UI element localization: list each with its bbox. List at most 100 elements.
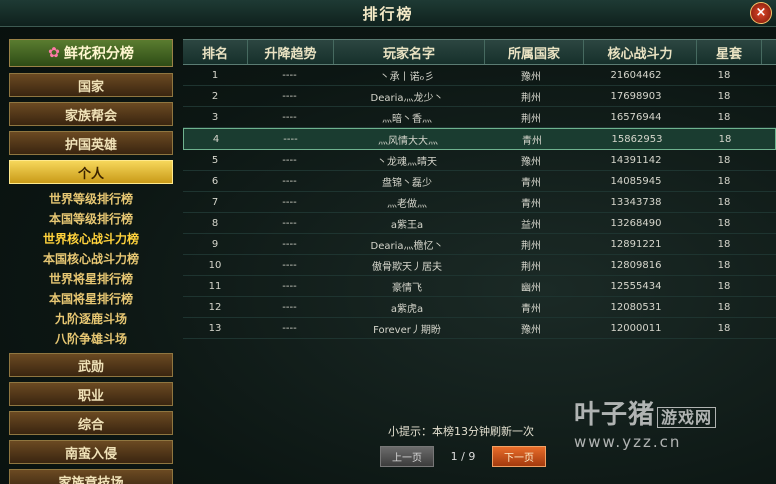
watermark-box-text: 游戏网 [657,406,717,428]
table-row[interactable]: 5 ---- 丶龙魂灬晴天 豫州 14391142 18 [183,150,776,171]
nav-overall-button[interactable]: 综合 [9,411,173,435]
cell-country: 荆州 [521,92,541,104]
table-row[interactable]: 2 ---- Dearia灬龙少丶 荆州 17698903 18 [183,86,776,107]
nav-invasion-button[interactable]: 南蛮入侵 [9,440,173,464]
next-page-button[interactable]: 下一页 [492,446,546,467]
table-row[interactable]: 7 ---- 灬老做灬 青州 13343738 18 [183,192,776,213]
cell-player-name: 傲骨欺天丿居夫 [372,261,442,273]
cell-country: 青州 [522,135,542,147]
prev-page-button[interactable]: 上一页 [380,446,434,467]
cell-player-name: a紫王a [390,219,424,231]
close-button[interactable]: × [750,2,772,24]
nav-merit-button[interactable]: 武勋 [9,353,173,377]
cell-star-set: 18 [717,280,731,292]
cell-player-name: Dearia灬檐忆丶 [370,240,444,252]
sub-local-level[interactable]: 本国等级排行榜 [9,209,173,229]
cell-trend: ---- [282,90,297,102]
cell-country: 荆州 [521,240,541,252]
cell-country: 荆州 [521,261,541,273]
table-header: 排名 升降趋势 玩家名字 所属国家 核心战斗力 星套 [183,39,776,65]
watermark: 叶子猪 游戏网 www.yzz.cn [574,394,717,451]
header-player-name: 玩家名字 [334,40,485,64]
nav-national-hero-button[interactable]: 护国英雄 [9,131,173,155]
cell-star-set: 18 [717,259,731,271]
cell-trend: ---- [282,217,297,229]
cell-trend: ---- [282,238,297,250]
header-rank: 排名 [183,40,248,64]
header-core-power: 核心战斗力 [584,40,697,64]
cell-star-set: 18 [717,217,731,229]
cell-star-set: 18 [718,133,732,145]
nav-family-arena-button[interactable]: 家族竞技场 [9,469,173,484]
cell-player-name: 丶龙魂灬晴天 [377,156,437,168]
cell-country: 豫州 [521,71,541,83]
watermark-url: www.yzz.cn [574,433,682,451]
nav-personal-button[interactable]: 个人 [9,160,173,184]
cell-trend: ---- [282,154,297,166]
table-row[interactable]: 13 ---- Forever丿期盼 豫州 12000011 18 [183,318,776,339]
cell-rank: 12 [208,301,222,313]
cell-core-power: 12809816 [610,259,662,271]
cell-rank: 11 [208,280,222,292]
sub-world-level[interactable]: 世界等级排行榜 [9,189,173,209]
cell-trend: ---- [282,69,297,81]
cell-rank: 4 [212,133,220,145]
nav-family-guild-button[interactable]: 家族帮会 [9,102,173,126]
cell-player-name: 灬风情大大灬 [378,135,438,147]
cell-star-set: 18 [717,111,731,123]
table-row[interactable]: 8 ---- a紫王a 益州 13268490 18 [183,213,776,234]
cell-player-name: 豪情飞 [392,282,422,294]
table-row[interactable]: 12 ---- a紫虎a 青州 12080531 18 [183,297,776,318]
flower-ranking-button[interactable]: ✿ 鲜花积分榜 [9,39,173,67]
cell-core-power: 21604462 [610,69,662,81]
sub-ninth-arena[interactable]: 九阶逐鹿斗场 [9,309,173,329]
cell-core-power: 14085945 [610,175,662,187]
sub-eighth-arena[interactable]: 八阶争雄斗场 [9,329,173,349]
header-country: 所属国家 [485,40,584,64]
cell-trend: ---- [282,301,297,313]
cell-player-name: Forever丿期盼 [373,324,441,336]
cell-trend: ---- [282,322,297,334]
table-row[interactable]: 4 ---- 灬风情大大灬 青州 15862953 18 [183,128,776,150]
cell-country: 豫州 [521,324,541,336]
table-row[interactable]: 11 ---- 豪情飞 幽州 12555434 18 [183,276,776,297]
cell-core-power: 15862953 [611,133,663,145]
cell-country: 幽州 [521,282,541,294]
flower-ranking-label: 鲜花积分榜 [63,46,134,62]
cell-country: 豫州 [521,156,541,168]
sub-world-general-star[interactable]: 世界将星排行榜 [9,269,173,289]
cell-core-power: 17698903 [610,90,662,102]
cell-trend: ---- [282,280,297,292]
table-row[interactable]: 6 ---- 盘锦丶磊少 青州 14085945 18 [183,171,776,192]
cell-star-set: 18 [717,175,731,187]
nav-country-button[interactable]: 国家 [9,73,173,97]
table-row[interactable]: 1 ---- 丶承丨诺ℴ彡 豫州 21604462 18 [183,65,776,86]
table-row[interactable]: 9 ---- Dearia灬檐忆丶 荆州 12891221 18 [183,234,776,255]
watermark-brand: 叶子猪 [574,400,656,430]
cell-core-power: 12891221 [610,238,662,250]
sub-local-core-power[interactable]: 本国核心战斗力榜 [9,249,173,269]
cell-trend: ---- [282,111,297,123]
table-row[interactable]: 3 ---- 灬暗丶香灬 荆州 16576944 18 [183,107,776,128]
flower-icon: ✿ [48,45,60,61]
refresh-tip: 小提示：本榜13分钟刷新一次 [388,425,534,438]
table-row[interactable]: 10 ---- 傲骨欺天丿居夫 荆州 12809816 18 [183,255,776,276]
cell-trend: ---- [283,133,298,145]
cell-player-name: a紫虎a [390,303,424,315]
cell-player-name: 盘锦丶磊少 [382,177,432,189]
cell-rank: 7 [211,196,219,208]
cell-rank: 5 [211,154,219,166]
cell-star-set: 18 [717,154,731,166]
cell-rank: 10 [208,259,222,271]
cell-country: 荆州 [521,113,541,125]
sub-world-core-power[interactable]: 世界核心战斗力榜 [9,229,173,249]
cell-country: 益州 [521,219,541,231]
sub-local-general-star[interactable]: 本国将星排行榜 [9,289,173,309]
cell-country: 青州 [521,177,541,189]
pagination: 上一页 1 / 9 下一页 [380,446,546,467]
cell-core-power: 12555434 [610,280,662,292]
cell-core-power: 13268490 [610,217,662,229]
nav-profession-button[interactable]: 职业 [9,382,173,406]
cell-star-set: 18 [717,196,731,208]
header-star-set: 星套 [697,40,762,64]
